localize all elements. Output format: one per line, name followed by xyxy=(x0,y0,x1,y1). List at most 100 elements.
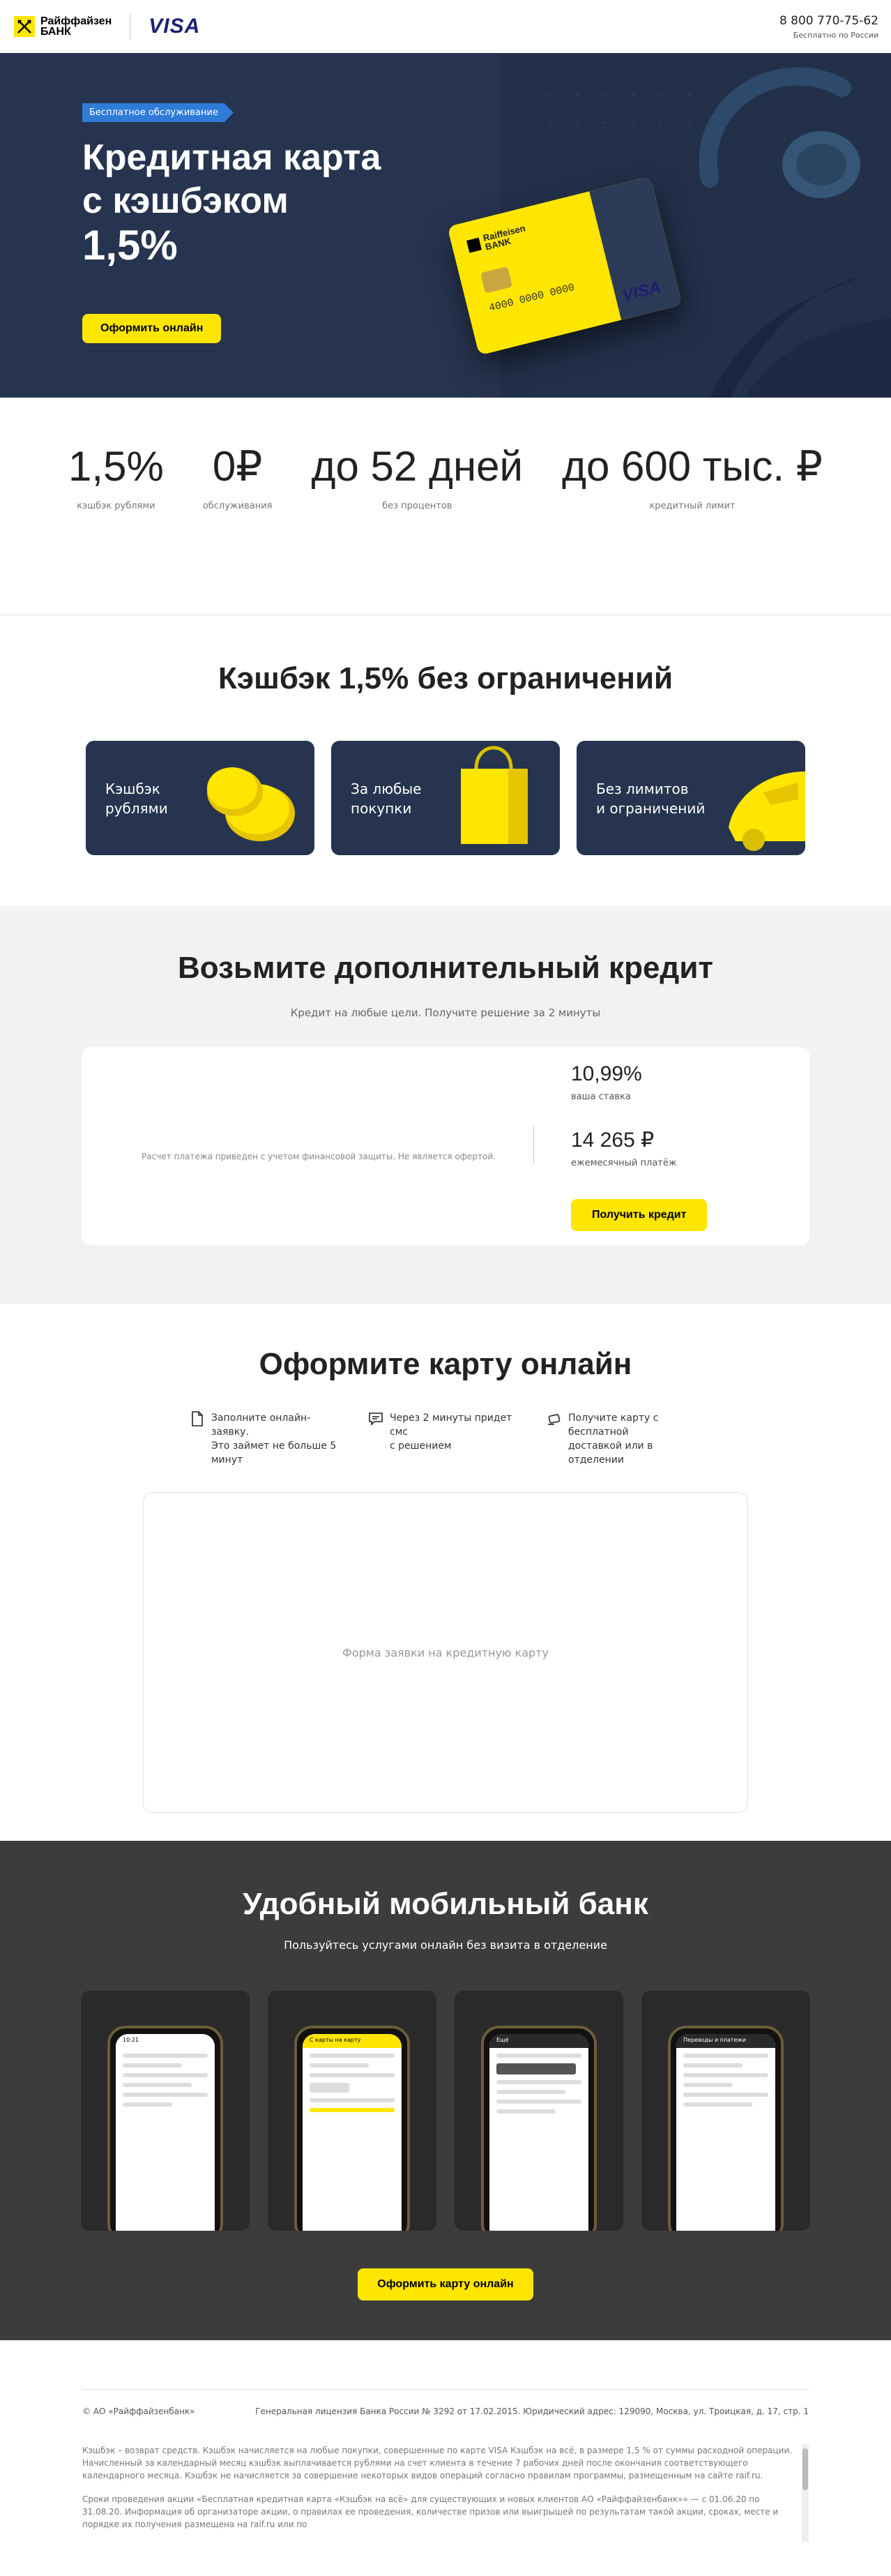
headphones-icon xyxy=(682,53,863,223)
screen-header: С карты на карту xyxy=(303,2034,402,2048)
sms-icon xyxy=(369,1413,383,1426)
apply-online-button[interactable]: Оформить онлайн xyxy=(82,314,222,343)
phone-screen: Ещё xyxy=(489,2034,588,2231)
tile-cashback-rubles: Кэшбэк рублями xyxy=(86,741,314,855)
hero-title-line2: с кэшбэком xyxy=(82,181,289,221)
step-line2: с решением xyxy=(390,1440,452,1452)
card-bank-logo: Raiffeisen BANK xyxy=(466,223,528,255)
step-line2: доставкой или в отделении xyxy=(568,1440,653,1466)
stat-credit-limit: до 600 тыс. ₽ кредитный лимит xyxy=(542,442,842,615)
free-service-badge: Бесплатное обслуживание xyxy=(82,103,234,122)
logo-group: Райффайзен БАНК VISA xyxy=(14,13,200,40)
step-get-card: Получите карту с бесплатной доставкой или… xyxy=(547,1411,701,1467)
legal-text: Кэшбэк – возврат средств. Кэшбэк начисля… xyxy=(82,2446,793,2480)
hero-title-percent: 1,5% xyxy=(82,222,178,269)
raiffeisen-logo[interactable]: Райффайзен БАНК xyxy=(14,16,112,38)
screen-row xyxy=(496,2100,581,2104)
calc-divider xyxy=(533,1125,534,1164)
credit-subtitle: Кредит на любые цели. Получите решение з… xyxy=(290,1007,601,1019)
footer: © АО «Райффайзенбанк» Генеральная лиценз… xyxy=(0,2340,891,2576)
mobile-bank-section: Удобный мобильный банк Пользуйтесь услуг… xyxy=(0,1841,891,2340)
hero-content: Бесплатное обслуживание Кредитная карта … xyxy=(82,103,381,267)
stat-value: до 600 тыс. ₽ xyxy=(562,443,823,490)
screen-header: Ещё xyxy=(489,2034,588,2048)
card-bank-mark-icon xyxy=(466,237,482,253)
logo-line2: БАНК xyxy=(40,26,71,38)
rate-label: ваша ставка xyxy=(571,1092,631,1102)
screen-row xyxy=(496,2109,556,2114)
payment-label: ежемесячный платёж xyxy=(571,1158,677,1168)
cashback-title: Кэшбэк 1,5% без ограничений xyxy=(218,661,673,695)
app-screenshots: 10:21 С карты на карту Ещё Переводы и пл… xyxy=(0,1991,891,2231)
credit-calculator: Расчет платежа приведен с учетом финансо… xyxy=(82,1047,809,1245)
mobile-title: Удобный мобильный банк xyxy=(243,1887,648,1921)
get-credit-button[interactable]: Получить кредит xyxy=(571,1199,708,1231)
scrollbar-thumb[interactable] xyxy=(802,2448,808,2490)
step-sms-decision: Через 2 минуты придет смс с решением xyxy=(369,1411,522,1467)
application-steps: Заполните онлайн-заявку. Это займет не бо… xyxy=(0,1411,891,1467)
phone-device: Ещё xyxy=(481,2026,597,2231)
app-screenshot: Переводы и платежи xyxy=(641,1991,810,2231)
shopping-bag-icon xyxy=(461,746,528,844)
raiffeisen-logo-text: Райффайзен БАНК xyxy=(40,16,112,38)
rate-value: 10,99% xyxy=(571,1062,642,1085)
phone-screen: 10:21 xyxy=(116,2034,215,2231)
apply-card-online-button[interactable]: Оформить карту онлайн xyxy=(358,2268,533,2300)
raiffeisen-mark-icon xyxy=(14,16,35,37)
screen-row xyxy=(310,2063,370,2067)
screen-row xyxy=(683,2054,768,2058)
footer-top: © АО «Райффайзенбанк» Генеральная лиценз… xyxy=(82,2389,809,2416)
step-line1: Получите карту с бесплатной xyxy=(568,1413,659,1438)
app-screenshot: Ещё xyxy=(455,1991,623,2231)
legal-text-box[interactable]: Кэшбэк – возврат средств. Кэшбэк начисля… xyxy=(82,2444,809,2542)
screen-row xyxy=(123,2054,208,2058)
screen-row xyxy=(496,2063,576,2074)
rate-block: 10,99% ваша ставка xyxy=(571,1062,642,1102)
screen-row xyxy=(683,2093,768,2097)
stat-label: кэшбэк рублями xyxy=(77,501,155,511)
phone-screen: Переводы и платежи xyxy=(676,2034,775,2231)
screen-row xyxy=(123,2073,208,2077)
screen-row xyxy=(683,2083,733,2087)
online-title: Оформите карту онлайн xyxy=(259,1347,632,1381)
screen-header: Переводы и платежи xyxy=(676,2034,775,2048)
license-info: Генеральная лицензия Банка России № 3292… xyxy=(255,2406,809,2416)
screen-row xyxy=(310,2098,395,2102)
phone-screen: С карты на карту xyxy=(303,2034,402,2231)
visa-logo: VISA xyxy=(148,15,201,38)
screen-row xyxy=(683,2102,753,2107)
document-icon xyxy=(192,1411,203,1426)
car-icon xyxy=(729,771,805,851)
payment-block: 14 265 ₽ ежемесячный платёж xyxy=(571,1128,677,1168)
stat-label: без процентов xyxy=(382,501,452,511)
stat-value: до 52 дней xyxy=(311,443,524,490)
key-stats: 1,5% кэшбэк рублями 0₽ обслуживания до 5… xyxy=(0,398,891,615)
screen-row xyxy=(496,2054,581,2058)
screen-row xyxy=(683,2073,768,2077)
phone-device: С карты на карту xyxy=(294,2026,410,2231)
phone-device: 10:21 xyxy=(107,2026,223,2231)
copyright: © АО «Райффайзенбанк» xyxy=(82,2406,195,2416)
stat-value: 1,5% xyxy=(68,443,164,490)
tile-line1: За любые xyxy=(351,781,422,797)
screen-row xyxy=(310,2073,395,2077)
screen-row xyxy=(123,2063,183,2067)
stat-service: 0₽ обслуживания xyxy=(183,442,292,615)
legal-scrollbar[interactable] xyxy=(802,2444,809,2542)
app-screenshot: С карты на карту xyxy=(268,1991,436,2231)
screen-header: 10:21 xyxy=(116,2034,215,2048)
stat-cashback: 1,5% кэшбэк рублями xyxy=(49,442,183,615)
step-line2: Это займет не больше 5 минут xyxy=(211,1440,337,1466)
tile-any-purchases: За любые покупки xyxy=(331,741,560,855)
phone-number[interactable]: 8 800 770-75-62 xyxy=(779,14,878,28)
tile-line2: покупки xyxy=(351,800,412,817)
stat-label: кредитный лимит xyxy=(649,501,736,511)
calc-disclaimer: Расчет платежа приведен с учетом финансо… xyxy=(142,1152,496,1161)
tile-text: Кэшбэк рублями xyxy=(105,779,168,818)
tile-line1: Без лимитов xyxy=(596,781,689,797)
hero-title-line1: Кредитная карта xyxy=(82,137,381,178)
screen-row xyxy=(683,2063,743,2067)
credit-card-application-form[interactable]: Форма заявки на кредитную карту xyxy=(143,1492,748,1813)
stat-grace-period: до 52 дней без процентов xyxy=(292,442,543,615)
delivery-icon xyxy=(548,1414,561,1425)
